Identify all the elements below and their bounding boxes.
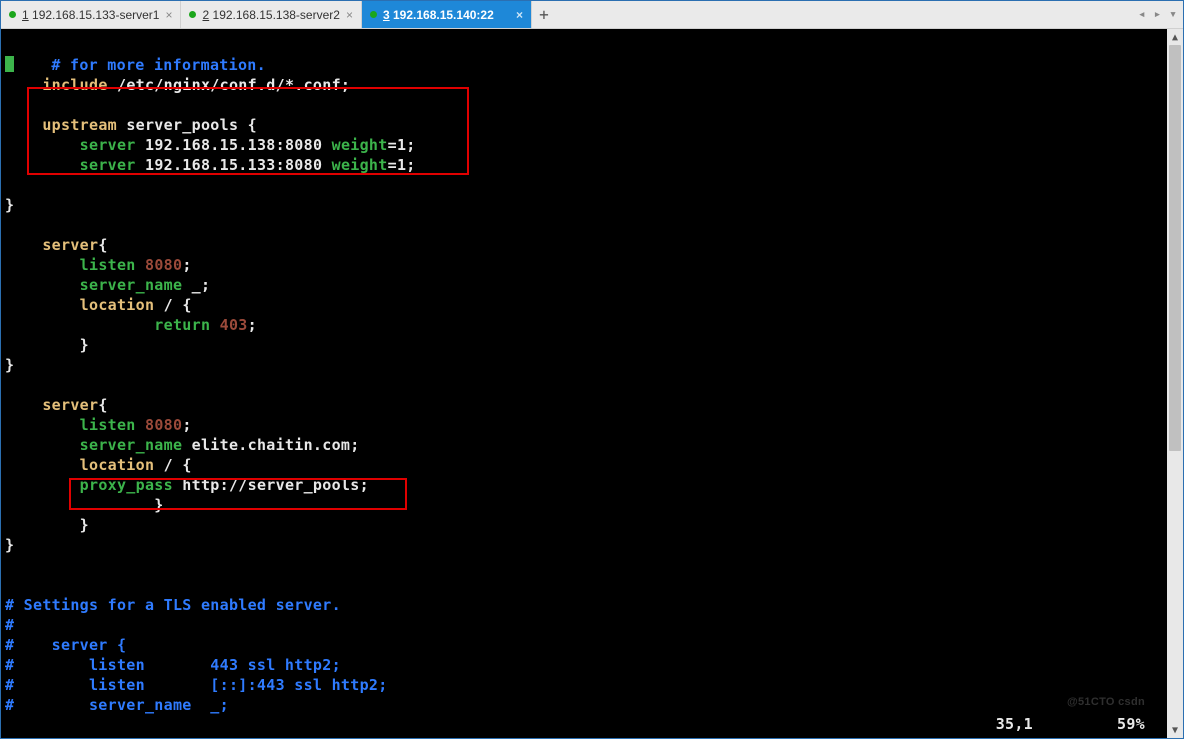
new-tab-button[interactable]: +: [532, 1, 556, 28]
kw-server-name: server_name: [80, 436, 183, 454]
kw-upstream: upstream: [42, 116, 117, 134]
close-icon[interactable]: ×: [516, 8, 523, 22]
scroll-track[interactable]: [1167, 45, 1183, 722]
code-comment: # listen 443 ssl http2;: [5, 656, 341, 674]
code-comment: # server {: [5, 636, 126, 654]
tab-server2[interactable]: 2 192.168.15.138-server2 ×: [181, 1, 361, 28]
status-dot-icon: [370, 11, 377, 18]
scrollbar[interactable]: ▲ ▼: [1167, 29, 1183, 738]
tab-server1[interactable]: 1 192.168.15.133-server1 ×: [1, 1, 181, 28]
kw-listen: listen: [80, 256, 136, 274]
code-comment: #: [5, 616, 14, 634]
vim-status-line: 35,1 59%: [996, 714, 1145, 734]
code-comment: # server_name _;: [5, 696, 229, 714]
tab-number: 3: [383, 8, 390, 22]
kw-listen: listen: [80, 416, 136, 434]
cursor: [5, 56, 14, 72]
kw-server: server: [80, 136, 136, 154]
terminal[interactable]: # for more information. include /etc/ngi…: [1, 29, 1167, 738]
code-comment: # listen [::]:443 ssl http2;: [5, 676, 388, 694]
status-dot-icon: [9, 11, 16, 18]
code-comment: # Settings for a TLS enabled server.: [5, 596, 341, 614]
code-comment: # for more information.: [14, 56, 266, 74]
kw-proxy-pass: proxy_pass: [80, 476, 173, 494]
tab-bar: 1 192.168.15.133-server1 × 2 192.168.15.…: [1, 1, 1183, 29]
kw-return: return: [154, 316, 210, 334]
close-icon[interactable]: ×: [346, 8, 353, 22]
watermark-text: @51CTO csdn: [1067, 692, 1145, 712]
scroll-down-icon[interactable]: ▼: [1167, 722, 1183, 738]
tab-label: 192.168.15.140:22: [393, 8, 494, 22]
tab-active[interactable]: 3 192.168.15.140:22 ×: [362, 1, 532, 28]
scroll-thumb[interactable]: [1169, 45, 1181, 451]
tab-label: 192.168.15.138-server2: [213, 8, 340, 22]
scroll-up-icon[interactable]: ▲: [1167, 29, 1183, 45]
status-dot-icon: [189, 11, 196, 18]
kw-include: include: [42, 76, 107, 94]
tab-number: 1: [22, 8, 29, 22]
tab-nav-arrows[interactable]: ◂ ▸ ▾: [1132, 1, 1183, 28]
terminal-wrap: # for more information. include /etc/ngi…: [1, 29, 1183, 738]
kw-server-block: server: [42, 236, 98, 254]
app-window: 1 192.168.15.133-server1 × 2 192.168.15.…: [0, 0, 1184, 739]
kw-server-name: server_name: [80, 276, 183, 294]
tab-number: 2: [202, 8, 209, 22]
kw-server: server: [80, 156, 136, 174]
tab-label: 192.168.15.133-server1: [32, 8, 159, 22]
kw-server-block: server: [42, 396, 98, 414]
kw-location: location: [80, 456, 155, 474]
scroll-percent: 59%: [1117, 715, 1145, 733]
close-icon[interactable]: ×: [165, 8, 172, 22]
cursor-position: 35,1: [996, 715, 1033, 733]
kw-location: location: [80, 296, 155, 314]
